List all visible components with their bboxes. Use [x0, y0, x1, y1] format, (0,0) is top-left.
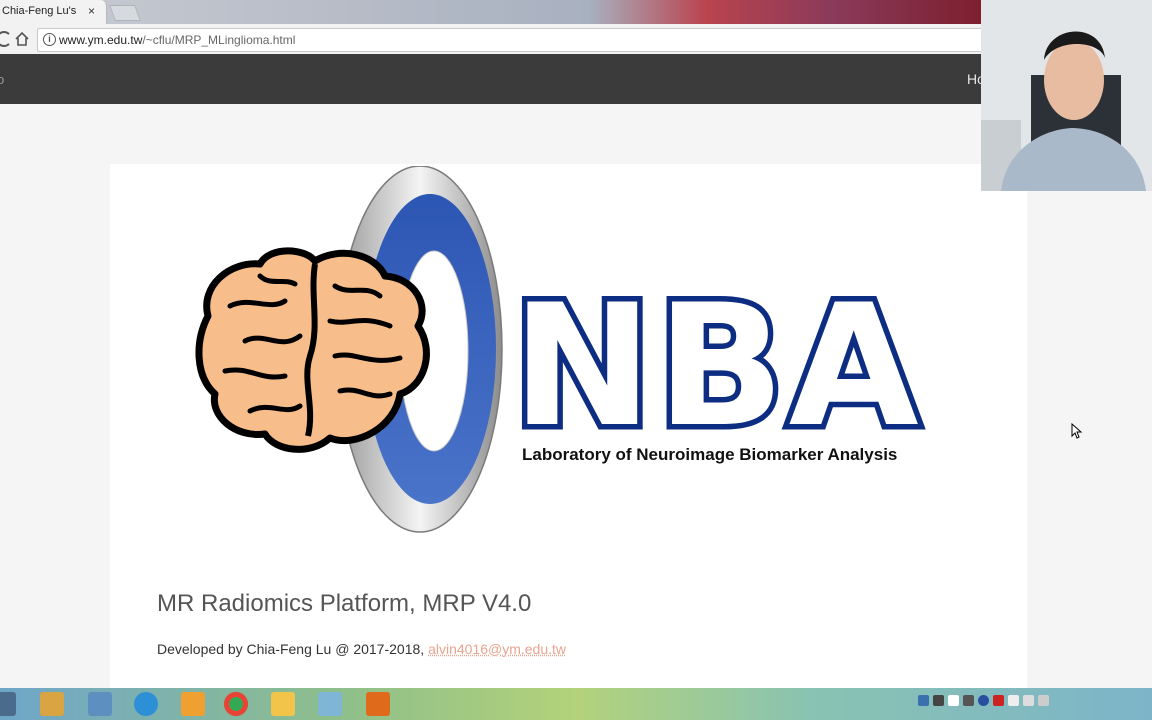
browser-tab[interactable]: Chia-Feng Lu's N × [0, 0, 107, 24]
info-icon[interactable]: i [43, 33, 56, 46]
tab-title: Chia-Feng Lu's N [2, 5, 80, 17]
url-text[interactable]: www.ym.edu.tw/~cflu/MRP_MLinglioma.html [59, 33, 295, 47]
tray-icon-2[interactable] [933, 695, 944, 706]
home-icon[interactable] [14, 31, 30, 47]
flag-icon[interactable] [1008, 695, 1019, 706]
matlab-icon[interactable] [366, 692, 390, 716]
chrome-icon[interactable] [224, 692, 248, 716]
new-tab-button[interactable] [109, 5, 141, 21]
tray-icon-3[interactable] [948, 695, 959, 706]
reload-icon[interactable] [0, 31, 12, 47]
presenter-video [981, 0, 1152, 191]
credit-text: Developed by Chia-Feng Lu @ 2017-2018, [157, 641, 425, 657]
media-app-icon[interactable] [181, 692, 205, 716]
url-host: www.ym.edu.tw [59, 33, 143, 47]
mouse-cursor-icon [1071, 423, 1083, 439]
logo-wordmark-inner: NBA [512, 268, 923, 464]
start-button-icon[interactable] [0, 692, 16, 716]
taskbar [0, 688, 1152, 720]
nba-logo: NBA NBA Laboratory of Neuroimage Biomark… [195, 166, 924, 533]
content-card: NBA NBA Laboratory of Neuroimage Biomark… [110, 164, 1027, 688]
brain-icon [195, 247, 430, 453]
url-path: /~cflu/MRP_MLinglioma.html [142, 33, 296, 47]
tab-close-icon[interactable]: × [88, 4, 95, 18]
nav-brand[interactable]: o [0, 72, 4, 87]
calculator-icon[interactable] [88, 692, 112, 716]
page-title: MR Radiomics Platform, MRP V4.0 [157, 590, 532, 617]
internet-explorer-icon[interactable] [134, 692, 158, 716]
address-bar[interactable]: i www.ym.edu.tw/~cflu/MRP_MLinglioma.htm… [37, 28, 983, 52]
file-explorer-icon[interactable] [271, 692, 295, 716]
app-tool-icon[interactable] [40, 692, 64, 716]
logo-tagline: Laboratory of Neuroimage Biomarker Analy… [522, 445, 897, 464]
window-app-icon[interactable] [318, 692, 342, 716]
tray-icon-1[interactable] [918, 695, 929, 706]
browser-toolbar: i www.ym.edu.tw/~cflu/MRP_MLinglioma.htm… [0, 24, 983, 55]
tray-icon-4[interactable] [963, 695, 974, 706]
credit-line: Developed by Chia-Feng Lu @ 2017-2018, a… [157, 641, 566, 657]
volume-icon[interactable] [1038, 695, 1049, 706]
system-tray [918, 695, 1049, 713]
email-link[interactable]: alvin4016@ym.edu.tw [428, 641, 566, 657]
site-navbar: o Ho [0, 54, 985, 104]
network-icon[interactable] [1023, 695, 1034, 706]
webcam-overlay [981, 0, 1152, 191]
help-icon[interactable] [978, 695, 989, 706]
browser-tabstrip: Chia-Feng Lu's N × [0, 0, 981, 24]
tray-icon-5[interactable] [993, 695, 1004, 706]
